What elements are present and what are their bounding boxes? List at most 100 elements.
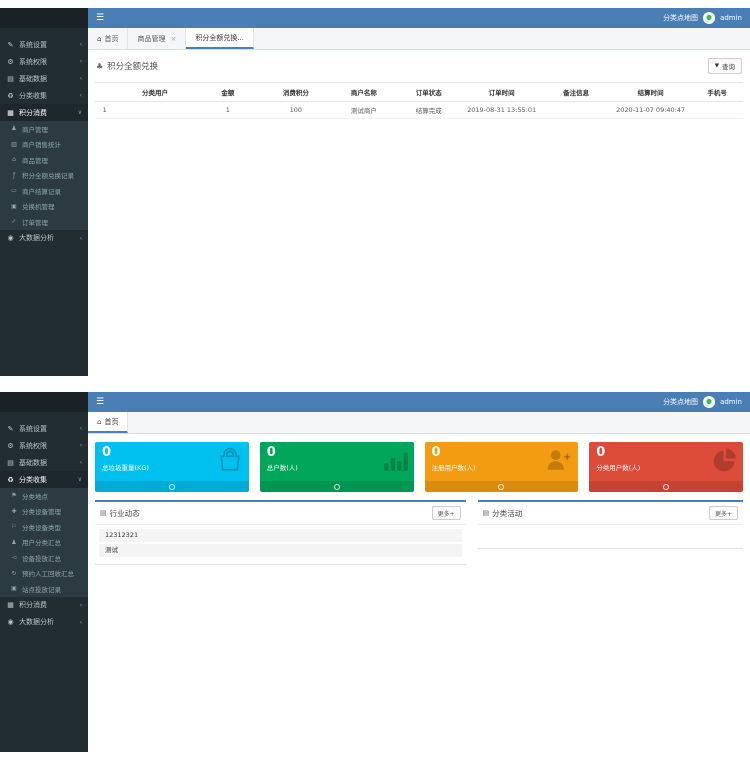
tab-home[interactable]: ⌂ 首页 bbox=[88, 28, 128, 49]
page-title: ♣ 积分全额兑换 bbox=[96, 60, 158, 72]
sidebar-item-label: 分类收集 bbox=[19, 91, 47, 101]
chevron-left-icon: ‹ bbox=[80, 92, 82, 99]
card-more-link[interactable] bbox=[425, 481, 579, 492]
brand-link[interactable]: 分类点地图 bbox=[663, 13, 698, 23]
stats-icon: ▥ bbox=[10, 141, 18, 148]
col-order-time: 订单时间 bbox=[461, 83, 542, 102]
sidebar-subitem-device-manage[interactable]: ✚ 分类设备管理 bbox=[0, 504, 88, 520]
pencil-icon: ✎ bbox=[6, 41, 15, 49]
sidebar-subitem-merchant-sales-stats[interactable]: ▥ 商户销售统计 bbox=[0, 137, 88, 153]
tab-bar: ⌂ 首页 bbox=[88, 412, 750, 434]
stat-card-total-weight[interactable]: 0 总垃圾重量(KG) bbox=[95, 442, 249, 492]
sidebar-item-label: 系统权限 bbox=[19, 441, 47, 451]
sidebar-item-system-permissions[interactable]: ⚙ 系统权限 ‹ bbox=[0, 437, 88, 454]
pencil-icon: ✎ bbox=[6, 425, 15, 433]
stat-card-total-households[interactable]: 0 总户数(人) bbox=[260, 442, 414, 492]
chevron-left-icon: ‹ bbox=[80, 425, 82, 432]
cell-user bbox=[114, 102, 195, 119]
avatar[interactable] bbox=[703, 12, 715, 24]
subitem-label: 分类设备类型 bbox=[22, 522, 61, 532]
sidebar-item-system-permissions[interactable]: ⚙ 系统权限 ‹ bbox=[0, 53, 88, 70]
more-info-icon bbox=[498, 484, 504, 490]
col-settle-time: 结算时间 bbox=[610, 83, 691, 102]
flag-outline-icon: ⚐ bbox=[10, 523, 18, 530]
sidebar-subitem-exchange-machine-manage[interactable]: ▣ 兑换机管理 bbox=[0, 199, 88, 215]
chevron-left-icon: ‹ bbox=[80, 41, 82, 48]
tab-points-exchange[interactable]: 积分全额兑换... bbox=[186, 28, 254, 49]
list-item[interactable]: 12312321 bbox=[99, 529, 462, 542]
user-icon: ♟ bbox=[10, 539, 18, 546]
sidebar-subitem-classify-location[interactable]: ⚑ 分类地点 bbox=[0, 488, 88, 504]
sidebar-item-big-data[interactable]: ◉ 大数据分析 ‹ bbox=[0, 230, 88, 247]
sidebar-item-big-data[interactable]: ◉ 大数据分析 ‹ bbox=[0, 614, 88, 631]
query-button[interactable]: ▼ 查询 bbox=[708, 58, 742, 74]
sidebar-item-classify-collect[interactable]: ♻ 分类收集 ∨ bbox=[0, 471, 88, 488]
sidebar-item-classify-collect[interactable]: ♻ 分类收集 ‹ bbox=[0, 87, 88, 104]
list-item[interactable]: 测试 bbox=[99, 544, 462, 557]
points-icon: ▦ bbox=[6, 601, 15, 609]
more-button[interactable]: 更多+ bbox=[432, 506, 461, 520]
avatar[interactable] bbox=[703, 396, 715, 408]
sidebar: ✎ 系统设置 ‹ ⚙ 系统权限 ‹ ▤ 基础数据 ‹ ♻ 分类收集 ∨ ⚑ bbox=[0, 392, 88, 752]
sidebar-item-label: 基础数据 bbox=[19, 74, 47, 84]
tab-home[interactable]: ⌂ 首页 bbox=[88, 412, 128, 433]
sidebar-subitem-device-drop-summary[interactable]: ◅ 设备投放汇总 bbox=[0, 550, 88, 566]
sidebar-subitem-points-exchange-records[interactable]: ƒ 积分全额兑换记录 bbox=[0, 168, 88, 184]
chevron-left-icon: ‹ bbox=[80, 442, 82, 449]
subitem-label: 订单管理 bbox=[22, 217, 48, 227]
sidebar-item-system-settings[interactable]: ✎ 系统设置 ‹ bbox=[0, 420, 88, 437]
sidebar-submenu: ⚑ 分类地点 ✚ 分类设备管理 ⚐ 分类设备类型 ♟ 用户分类汇总 ◅ 设备 bbox=[0, 488, 88, 597]
sidebar-item-label: 系统权限 bbox=[19, 57, 47, 67]
sidebar-subitem-merchant-settle-records[interactable]: ▭ 商户结算记录 bbox=[0, 183, 88, 199]
share-icon: ♣ bbox=[96, 62, 103, 71]
sidebar-item-points-consume[interactable]: ▦ 积分消费 ‹ bbox=[0, 597, 88, 614]
cell-order-status: 结算完成 bbox=[396, 102, 461, 119]
sidebar-subitem-goods-manage[interactable]: ⌂ 商品管理 bbox=[0, 152, 88, 168]
tab-goods-manage[interactable]: 商品管理 × bbox=[128, 28, 186, 49]
sidebar-subitem-merchant-manage[interactable]: ♟ 商户管理 bbox=[0, 121, 88, 137]
chevron-down-icon: ∨ bbox=[78, 109, 82, 116]
sidebar-item-label: 基础数据 bbox=[19, 458, 47, 468]
more-info-icon bbox=[663, 484, 669, 490]
chevron-left-icon: ‹ bbox=[80, 619, 82, 626]
more-button[interactable]: 更多+ bbox=[709, 506, 738, 520]
topbar-right: 分类点地图 admin bbox=[663, 396, 742, 408]
card-more-link[interactable] bbox=[589, 481, 743, 492]
bigdata-icon: ◉ bbox=[6, 618, 15, 626]
brand-link[interactable]: 分类点地图 bbox=[663, 397, 698, 407]
sidebar-item-base-data[interactable]: ▤ 基础数据 ‹ bbox=[0, 454, 88, 471]
sidebar-item-system-settings[interactable]: ✎ 系统设置 ‹ bbox=[0, 36, 88, 53]
user-menu[interactable]: admin bbox=[720, 14, 742, 22]
stat-card-classify-users[interactable]: 0 分类用户数(人) bbox=[589, 442, 743, 492]
chevron-left-icon: ‹ bbox=[80, 459, 82, 466]
sidebar-item-base-data[interactable]: ▤ 基础数据 ‹ bbox=[0, 70, 88, 87]
menu-toggle-icon[interactable]: ☰ bbox=[96, 14, 104, 23]
sidebar-subitem-device-type[interactable]: ⚐ 分类设备类型 bbox=[0, 519, 88, 535]
col-user: 分类用户 bbox=[114, 83, 195, 102]
cell-phone bbox=[691, 102, 743, 119]
card-more-link[interactable] bbox=[260, 481, 414, 492]
close-icon[interactable]: × bbox=[170, 35, 176, 43]
cell-settle-time: 2020-11-07 09:40:47 bbox=[610, 102, 691, 119]
filter-icon: ▼ bbox=[715, 63, 719, 69]
cell-amount: 1 bbox=[195, 102, 260, 119]
sidebar-item-label: 大数据分析 bbox=[19, 617, 54, 627]
cell-points: 100 bbox=[260, 102, 331, 119]
user-menu[interactable]: admin bbox=[720, 398, 742, 406]
card-more-link[interactable] bbox=[95, 481, 249, 492]
tab-label: 首页 bbox=[104, 34, 118, 44]
home-icon: ⌂ bbox=[97, 418, 101, 426]
menu-toggle-icon[interactable]: ☰ bbox=[96, 398, 104, 407]
machine-icon: ▣ bbox=[10, 203, 18, 210]
sidebar-subitem-manual-recycle-summary[interactable]: ↻ 预约人工回收汇总 bbox=[0, 566, 88, 582]
tab-label: 商品管理 bbox=[137, 34, 165, 44]
record-icon: ▣ bbox=[10, 585, 18, 592]
sidebar-subitem-order-manage[interactable]: ✓ 订单管理 bbox=[0, 214, 88, 230]
sidebar-menu: ✎ 系统设置 ‹ ⚙ 系统权限 ‹ ▤ 基础数据 ‹ ♻ 分类收集 ‹ ▦ 积分 bbox=[0, 28, 88, 247]
subitem-label: 分类地点 bbox=[22, 491, 48, 501]
sidebar-subitem-site-drop-records[interactable]: ▣ 站点投放记录 bbox=[0, 581, 88, 597]
sidebar-item-points-consume[interactable]: ▦ 积分消费 ∨ bbox=[0, 104, 88, 121]
stat-card-registered-users[interactable]: 0 注册用户数(人) bbox=[425, 442, 579, 492]
sidebar-subitem-user-classify-summary[interactable]: ♟ 用户分类汇总 bbox=[0, 535, 88, 551]
tab-label: 首页 bbox=[104, 417, 118, 427]
